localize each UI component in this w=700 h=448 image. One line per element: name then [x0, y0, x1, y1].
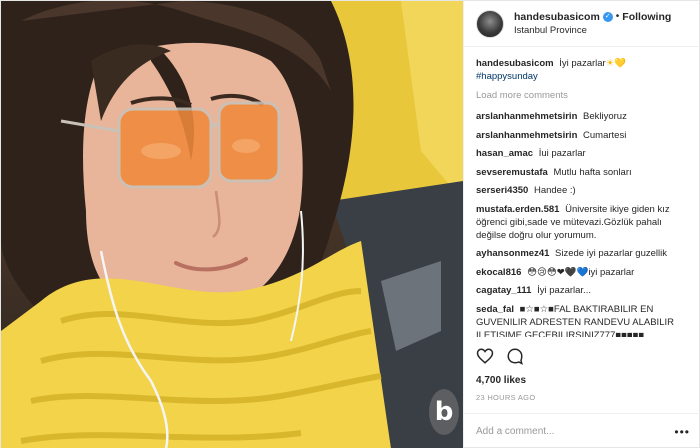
- list-item: ayhansonmez41 Sizede iyi pazarlar guzell…: [476, 247, 689, 260]
- comment-username[interactable]: hasan_amac: [476, 148, 533, 159]
- comment-text: İui pazarlar: [538, 148, 586, 159]
- list-item: sevseremustafa Mutlu hafta sonları: [476, 166, 689, 179]
- heart-icon[interactable]: [476, 347, 494, 365]
- comment-username[interactable]: ekocal816: [476, 267, 521, 278]
- list-item: mustafa.erden.581 Üniversite ikiye giden…: [476, 203, 689, 242]
- comment-username[interactable]: arslanhanmehmetsirin: [476, 111, 577, 122]
- watermark-logo: b: [429, 389, 459, 435]
- post-timestamp: 23 HOURS AGO: [476, 393, 536, 402]
- post-side-panel: handesubasicom ✓ • Following Istanbul Pr…: [463, 1, 700, 448]
- following-button[interactable]: Following: [622, 10, 671, 24]
- post-actions: [476, 347, 524, 365]
- post-header: handesubasicom ✓ • Following Istanbul Pr…: [464, 1, 700, 47]
- list-item: serseri4350 Handee :): [476, 184, 689, 197]
- comment-username[interactable]: mustafa.erden.581: [476, 204, 559, 215]
- comment-text: Handee :): [533, 185, 576, 196]
- list-item: hasan_amac İui pazarlar: [476, 147, 689, 160]
- instagram-post: b handesubasicom ✓ • Following Istanbul …: [0, 0, 700, 448]
- separator-dot: •: [615, 10, 620, 22]
- header-username[interactable]: handesubasicom: [514, 10, 600, 24]
- caption-emojis: ☀💛: [605, 58, 627, 69]
- header-text: handesubasicom ✓ • Following Istanbul Pr…: [514, 10, 671, 38]
- load-more-comments-button[interactable]: Load more comments: [476, 89, 689, 102]
- list-item: arslanhanmehmetsirin Bekliyoruz: [476, 110, 689, 123]
- list-item: cagatay_111 İyi pazarlar...: [476, 284, 689, 297]
- list-item: arslanhanmehmetsirin Cumartesi: [476, 129, 689, 142]
- post-photo[interactable]: b: [1, 1, 463, 448]
- list-item: ekocal816 😳😢😳❤🖤💙iyi pazarlar: [476, 266, 689, 279]
- verified-badge-icon: ✓: [602, 11, 613, 22]
- comment-text: 😳😢😳❤🖤💙iyi pazarlar: [527, 266, 635, 278]
- hashtag-link[interactable]: #happysunday: [476, 71, 538, 82]
- portrait-illustration: [1, 1, 463, 448]
- comment-username[interactable]: seda_fal: [476, 304, 514, 315]
- comment-username[interactable]: cagatay_111: [476, 285, 531, 296]
- caption-username[interactable]: handesubasicom: [476, 58, 554, 69]
- avatar[interactable]: [476, 9, 504, 38]
- list-item: seda_fal ■☆■☆■FAL BAKTIRABILIR EN GUVENI…: [476, 303, 689, 338]
- comment-icon[interactable]: [506, 347, 524, 365]
- comment-text: Bekliyoruz: [583, 111, 627, 122]
- comment-text: Cumartesi: [583, 129, 627, 141]
- location-link[interactable]: Istanbul Province: [514, 24, 671, 38]
- comment-username[interactable]: sevseremustafa: [476, 167, 548, 178]
- caption: handesubasicom İyi pazarlar☀💛 #happysund…: [476, 57, 689, 83]
- comment-input[interactable]: [476, 426, 636, 437]
- comment-text: İyi pazarlar...: [537, 285, 591, 296]
- add-comment-bar: •••: [464, 413, 700, 448]
- comment-username[interactable]: serseri4350: [476, 185, 528, 196]
- caption-text: İyi pazarlar: [559, 58, 606, 69]
- comments-list[interactable]: handesubasicom İyi pazarlar☀💛 #happysund…: [464, 47, 700, 337]
- comment-username[interactable]: arslanhanmehmetsirin: [476, 130, 577, 141]
- comment-text: Mutlu hafta sonları: [553, 166, 632, 178]
- likes-count[interactable]: 4,700 likes: [476, 375, 526, 386]
- comment-username[interactable]: ayhansonmez41: [476, 248, 549, 259]
- comment-text: Sizede iyi pazarlar guzellik: [555, 248, 667, 259]
- more-options-icon[interactable]: •••: [674, 425, 690, 439]
- header-row: handesubasicom ✓ • Following: [514, 10, 671, 24]
